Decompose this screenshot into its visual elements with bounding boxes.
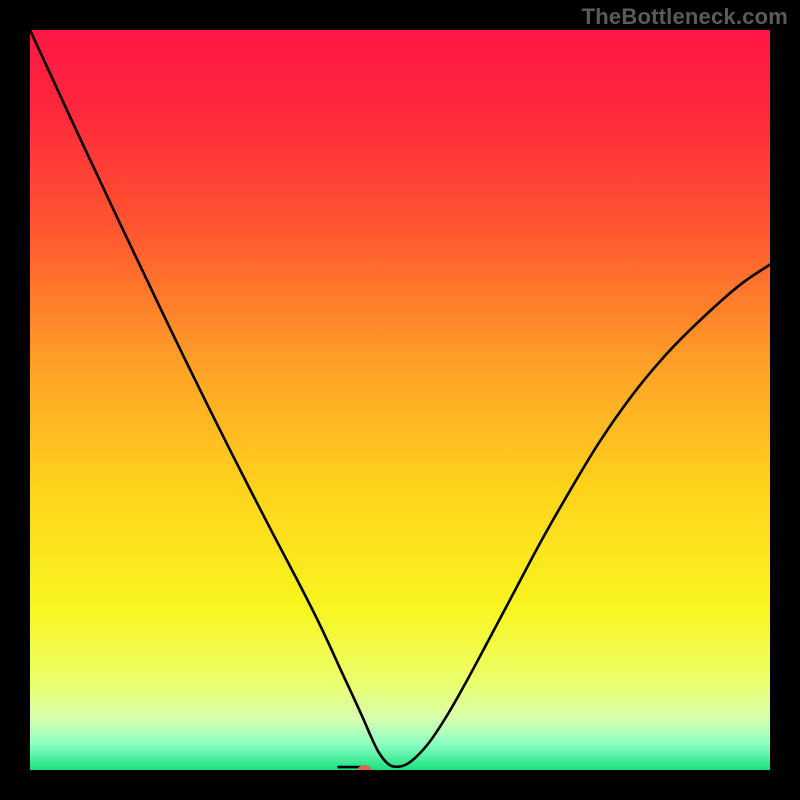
gradient-background [30,30,770,770]
watermark-text: TheBottleneck.com [582,4,788,30]
chart-frame: TheBottleneck.com [0,0,800,800]
chart-svg [30,30,770,770]
plot-area [30,30,770,770]
